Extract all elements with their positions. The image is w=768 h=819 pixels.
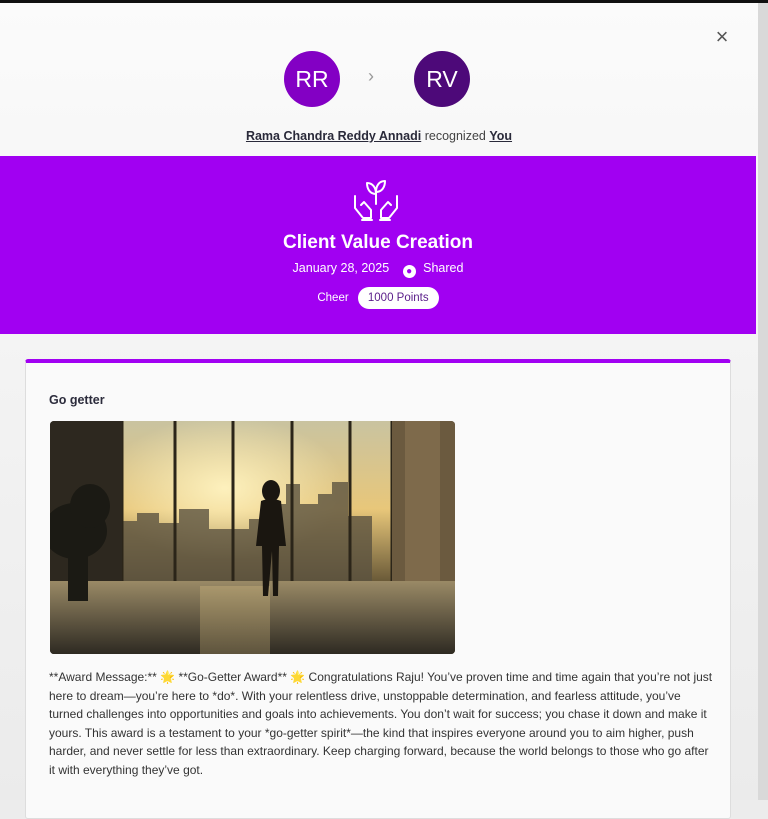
award-message: **Award Message:** 🌟 **Go-Getter Award**… — [49, 670, 713, 777]
visibility-label: Shared — [423, 261, 464, 275]
sender-avatar[interactable]: RR — [284, 51, 340, 107]
post-card: Go getter **Award Message:** 🌟 **Go-Gett… — [25, 359, 731, 819]
recognized-verb: recognized — [424, 129, 486, 143]
award-title: Client Value Creation — [282, 232, 474, 253]
page-scrollbar[interactable] — [758, 3, 768, 800]
post-image — [50, 421, 455, 654]
recognition-summary: Rama Chandra Reddy Annadi recognized You — [0, 129, 758, 143]
globe-icon: ● — [402, 265, 416, 278]
chevron-right-icon: › — [368, 66, 374, 86]
points-badge: 1000 Points — [357, 287, 439, 309]
recognition-modal: × RR › RV Rama Chandra Reddy Annadi reco… — [0, 3, 758, 819]
hands-plant-icon — [354, 180, 398, 221]
recipient-avatar[interactable]: RV — [414, 51, 470, 107]
post-title: Go getter — [49, 393, 105, 407]
cheer-row: Cheer 1000 Points — [0, 287, 756, 309]
cheer-button[interactable]: Cheer — [317, 292, 348, 304]
award-banner: Client Value Creation January 28, 2025 ●… — [0, 156, 756, 334]
award-date: January 28, 2025 — [292, 261, 390, 275]
award-meta: January 28, 2025 ● Shared — [0, 261, 756, 278]
recipient-name-link[interactable]: You — [489, 129, 512, 143]
close-icon: × — [715, 24, 729, 49]
sender-name-link[interactable]: Rama Chandra Reddy Annadi — [246, 129, 421, 143]
close-button[interactable]: × — [710, 25, 734, 49]
